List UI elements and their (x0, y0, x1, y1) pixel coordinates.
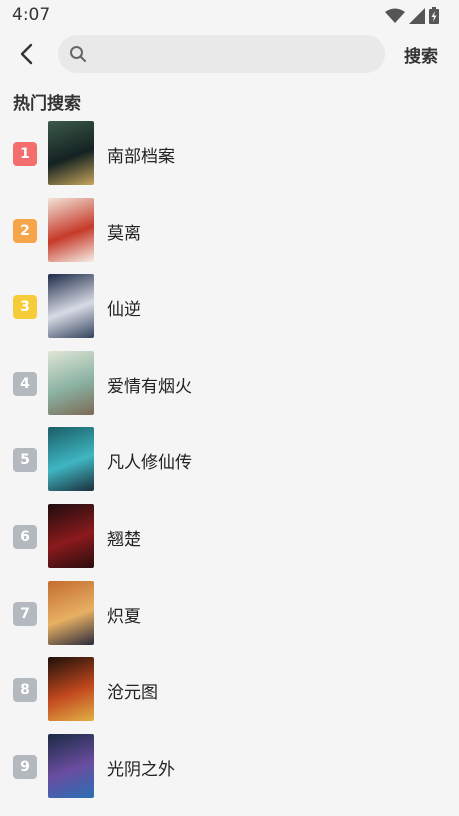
item-title: 凡人修仙传 (107, 453, 192, 474)
list-item[interactable]: 2 莫离 (0, 197, 459, 274)
item-title: 沧元图 (107, 683, 158, 704)
list-item[interactable]: 3 仙逆 (0, 273, 459, 350)
poster-thumbnail (48, 427, 94, 492)
back-button[interactable] (12, 40, 40, 68)
item-title: 南部档案 (107, 147, 175, 167)
poster-thumbnail (48, 733, 94, 798)
item-title: 炽夏 (107, 606, 141, 627)
rank-badge: 6 (13, 524, 37, 549)
search-box[interactable] (58, 35, 385, 75)
search-icon (70, 46, 86, 62)
item-title: 翘楚 (107, 529, 141, 550)
search-button[interactable]: 搜索 (404, 42, 438, 67)
rank-badge: 1 (13, 142, 37, 166)
rank-badge: 9 (13, 754, 37, 779)
rank-badge: 7 (13, 601, 37, 626)
list-item[interactable]: 4 爱情有烟火 (0, 350, 459, 427)
status-bar: 4:07 (0, 0, 459, 30)
section-title: 热门搜索 (13, 94, 81, 114)
item-title: 光阴之外 (107, 759, 175, 780)
poster-thumbnail (48, 121, 94, 185)
item-title: 爱情有烟火 (107, 376, 192, 397)
rank-badge: 5 (13, 448, 37, 473)
list-item[interactable]: 5 凡人修仙传 (0, 426, 459, 503)
chevron-left-icon (20, 43, 33, 65)
search-input[interactable] (94, 35, 378, 75)
battery-charging-icon (429, 7, 439, 24)
poster-thumbnail (48, 197, 94, 262)
rank-badge: 4 (13, 371, 37, 396)
rank-badge: 2 (13, 218, 37, 243)
rank-badge: 3 (13, 295, 37, 320)
list-item[interactable]: 1 南部档案 (0, 120, 459, 197)
search-bar: 搜索 (0, 34, 459, 75)
poster-thumbnail (48, 657, 94, 722)
list-item[interactable]: 8 沧元图 (0, 656, 459, 733)
status-time: 4:07 (12, 5, 51, 25)
list-item[interactable]: 7 炽夏 (0, 580, 459, 657)
status-icons (385, 7, 439, 24)
poster-thumbnail (48, 274, 94, 339)
poster-thumbnail (48, 350, 94, 415)
rank-badge: 8 (13, 678, 37, 703)
poster-thumbnail (48, 503, 94, 568)
cellular-signal-icon (409, 7, 425, 24)
list-item[interactable]: 6 翘楚 (0, 503, 459, 580)
list-item[interactable]: 9 光阴之外 (0, 733, 459, 810)
item-title: 仙逆 (107, 300, 141, 321)
hot-search-list: 1 南部档案 2 莫离 3 仙逆 4 爱情有烟火 5 凡人修仙传 6 翘楚 7 炽夏 8 沧元图 9 光阴之外 (0, 120, 459, 809)
item-title: 莫离 (107, 223, 141, 244)
wifi-icon (385, 8, 405, 23)
poster-thumbnail (48, 580, 94, 645)
